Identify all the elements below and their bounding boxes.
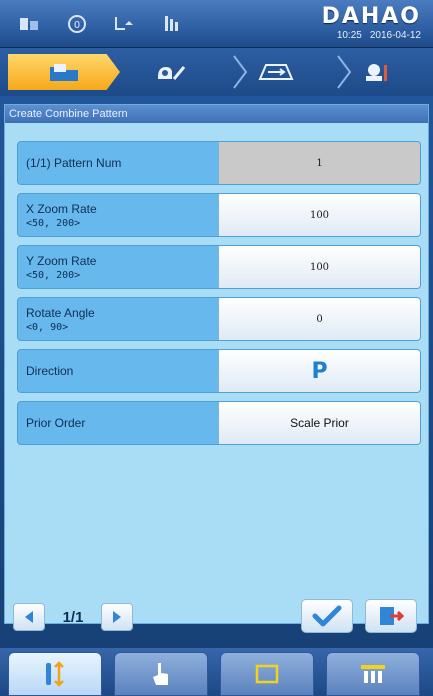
tab-machine-settings[interactable] bbox=[326, 54, 426, 90]
svg-text:0: 0 bbox=[74, 20, 80, 31]
toolbar-heads-button[interactable] bbox=[326, 652, 420, 696]
brand-logo: DAHAO bbox=[321, 4, 421, 29]
direction-label: Direction bbox=[26, 364, 74, 378]
tab-frame-move[interactable] bbox=[222, 54, 330, 90]
screen: 1 0 DAHAO 10:25 2016-04-12 Create Combin… bbox=[0, 0, 433, 696]
brand-block: DAHAO 10:25 2016-04-12 bbox=[322, 4, 421, 41]
next-page-button[interactable] bbox=[101, 603, 133, 631]
tab-file[interactable] bbox=[8, 54, 120, 90]
svg-text:1: 1 bbox=[27, 22, 31, 29]
bottom-toolbar bbox=[0, 648, 433, 696]
rotate-angle-range: <0, 90> bbox=[26, 321, 69, 333]
prior-order-button[interactable]: Scale Prior bbox=[218, 402, 420, 444]
row-label: (1/1) Pattern Num bbox=[18, 142, 216, 184]
needle-updown-icon bbox=[46, 661, 64, 687]
machine-settings-icon bbox=[366, 64, 387, 81]
toolbar-needle-button[interactable] bbox=[8, 652, 102, 696]
status-bar: 1 0 DAHAO 10:25 2016-04-12 bbox=[0, 0, 433, 48]
row-prior-order: Prior Order Scale Prior bbox=[17, 401, 421, 445]
nav-tabs bbox=[0, 48, 433, 96]
y-zoom-label: Y Zoom Rate bbox=[26, 253, 97, 268]
thread-icon bbox=[112, 12, 138, 36]
machine-heads-icon bbox=[361, 665, 385, 683]
row-y-zoom: Y Zoom Rate <50, 200> 100 bbox=[17, 245, 421, 289]
frame-move-icon bbox=[258, 64, 294, 80]
row-label: Direction bbox=[18, 350, 216, 392]
row-label: Prior Order bbox=[18, 402, 216, 444]
stitch-counter-icon: 1 bbox=[16, 12, 42, 36]
exit-icon bbox=[380, 607, 405, 625]
combine-pattern-panel: Create Combine Pattern (1/1) Pattern Num… bbox=[4, 104, 429, 633]
arrow-right-icon bbox=[113, 611, 121, 623]
y-zoom-input[interactable]: 100 bbox=[218, 246, 420, 288]
hand-pointer-icon bbox=[153, 663, 168, 685]
frame-icon bbox=[255, 664, 279, 684]
row-label: Rotate Angle <0, 90> bbox=[18, 298, 216, 340]
rotate-angle-input[interactable]: 0 bbox=[218, 298, 420, 340]
x-zoom-input[interactable]: 100 bbox=[218, 194, 420, 236]
pager: 1/1 bbox=[13, 599, 153, 635]
folder-icon bbox=[50, 64, 78, 81]
exit-button[interactable] bbox=[365, 599, 417, 633]
speed-icon: 0 bbox=[64, 12, 90, 36]
confirm-button[interactable] bbox=[301, 599, 353, 633]
row-pattern-num: (1/1) Pattern Num 1 bbox=[17, 141, 421, 185]
clock-date: 2016-04-12 bbox=[369, 30, 421, 41]
pattern-num-label: (1/1) Pattern Num bbox=[26, 156, 122, 170]
pattern-num-value: 1 bbox=[218, 142, 420, 184]
clock: 10:25 2016-04-12 bbox=[322, 30, 421, 41]
x-zoom-label: X Zoom Rate bbox=[26, 201, 97, 216]
row-direction: Direction P bbox=[17, 349, 421, 393]
rotate-angle-label: Rotate Angle bbox=[26, 305, 95, 320]
page-indicator: 1/1 bbox=[62, 608, 84, 626]
x-zoom-range: <50, 200> bbox=[26, 217, 81, 229]
clock-time: 10:25 bbox=[336, 30, 362, 41]
row-label: Y Zoom Rate <50, 200> bbox=[18, 246, 216, 288]
arrow-left-icon bbox=[25, 611, 33, 623]
row-label: X Zoom Rate <50, 200> bbox=[18, 194, 216, 236]
needle-icon bbox=[160, 12, 186, 36]
direction-button[interactable]: P bbox=[218, 350, 420, 392]
row-rotate-angle: Rotate Angle <0, 90> 0 bbox=[17, 297, 421, 341]
toolbar-frame-button[interactable] bbox=[220, 652, 314, 696]
prior-order-label: Prior Order bbox=[26, 416, 86, 430]
edit-pattern-icon bbox=[158, 66, 186, 80]
prev-page-button[interactable] bbox=[13, 603, 45, 631]
checkmark-icon bbox=[312, 605, 342, 627]
toolbar-manual-button[interactable] bbox=[114, 652, 208, 696]
y-zoom-range: <50, 200> bbox=[26, 269, 81, 281]
row-x-zoom: X Zoom Rate <50, 200> 100 bbox=[17, 193, 421, 237]
panel-title: Create Combine Pattern bbox=[5, 105, 428, 123]
tab-edit-pattern[interactable] bbox=[116, 54, 224, 90]
